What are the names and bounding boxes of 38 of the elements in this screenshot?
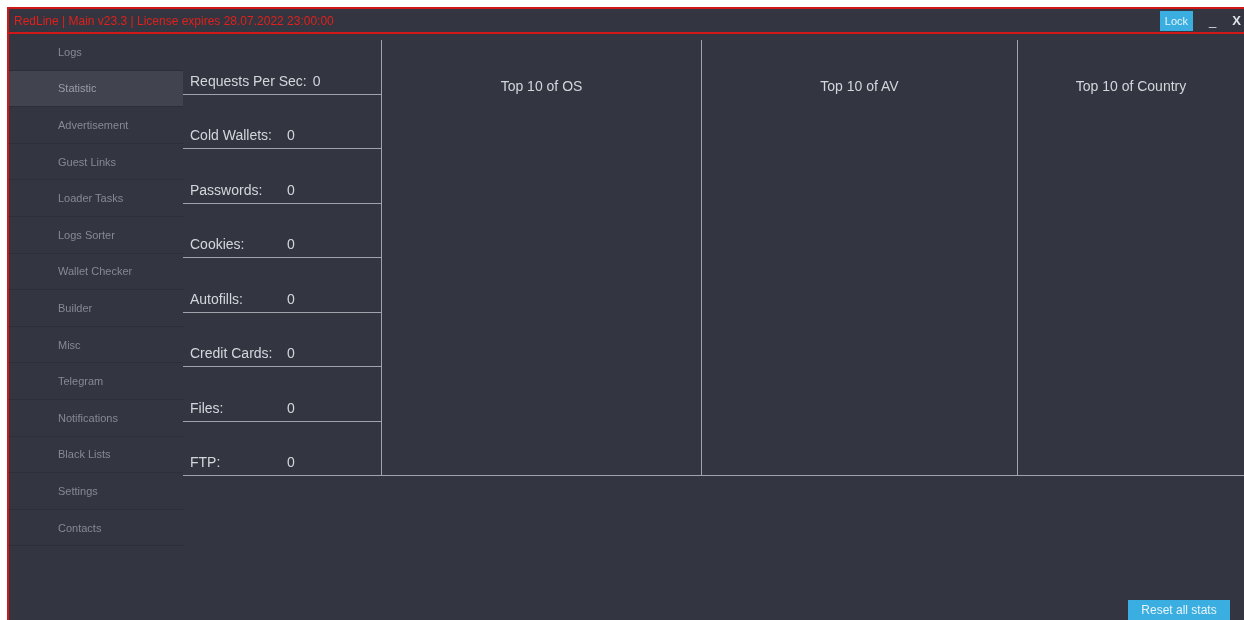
stat-label: Passwords:: [190, 181, 264, 198]
minimize-button[interactable]: _: [1207, 13, 1219, 28]
stat-label: FTP:: [190, 454, 222, 470]
stat-label: Cold Wallets:: [190, 127, 273, 143]
sidebar-item[interactable]: Logs: [9, 34, 183, 71]
sidebar-item[interactable]: Misc: [9, 326, 183, 364]
sidebar-item[interactable]: Statistic: [9, 70, 183, 108]
sidebar-item[interactable]: Guest Links: [9, 143, 183, 181]
stat-value: 0: [287, 399, 295, 416]
sidebar-item[interactable]: Loader Tasks: [9, 180, 183, 217]
sidebar-item[interactable]: Contacts: [9, 509, 183, 547]
stat-label: Credit Cards:: [190, 345, 274, 361]
reset-button[interactable]: Reset all stats: [1128, 600, 1230, 620]
panel-title: Top 10 of AV: [820, 78, 899, 94]
stat-label: Cookies:: [190, 236, 246, 252]
stat-label: Requests Per Sec:: [190, 72, 307, 89]
sidebar-item[interactable]: Builder: [9, 290, 183, 327]
stat-label: Files:: [190, 399, 225, 416]
panel-title: Top 10 of Country: [1075, 78, 1187, 94]
stat-label: Autofills:: [190, 290, 244, 307]
close-button[interactable]: X: [1230, 13, 1243, 28]
sidebar-item[interactable]: Settings: [9, 473, 183, 510]
panel-title: Top 10 of OS: [500, 78, 583, 94]
sidebar-item[interactable]: Notifications: [9, 399, 183, 437]
lock-button[interactable]: Lock: [1159, 10, 1194, 31]
stat-value: 0: [287, 236, 295, 252]
window-title: RedLine | Main v23.3 | License expires 28.07.2022 23:00:00: [14, 13, 335, 28]
stat-value: 0: [287, 454, 295, 470]
stat-value: 0: [287, 290, 295, 307]
stat-value: 0: [287, 127, 295, 143]
stat-value: 0: [287, 345, 295, 361]
sidebar-item[interactable]: Black Lists: [9, 436, 183, 474]
stat-value: 0: [312, 72, 321, 89]
sidebar-item[interactable]: Logs Sorter: [9, 216, 183, 254]
sidebar-item[interactable]: Telegram: [9, 363, 183, 400]
stat-value: 0: [287, 181, 295, 198]
sidebar-item[interactable]: Wallet Checker: [9, 253, 183, 291]
sidebar-item[interactable]: Advertisement: [9, 107, 183, 144]
